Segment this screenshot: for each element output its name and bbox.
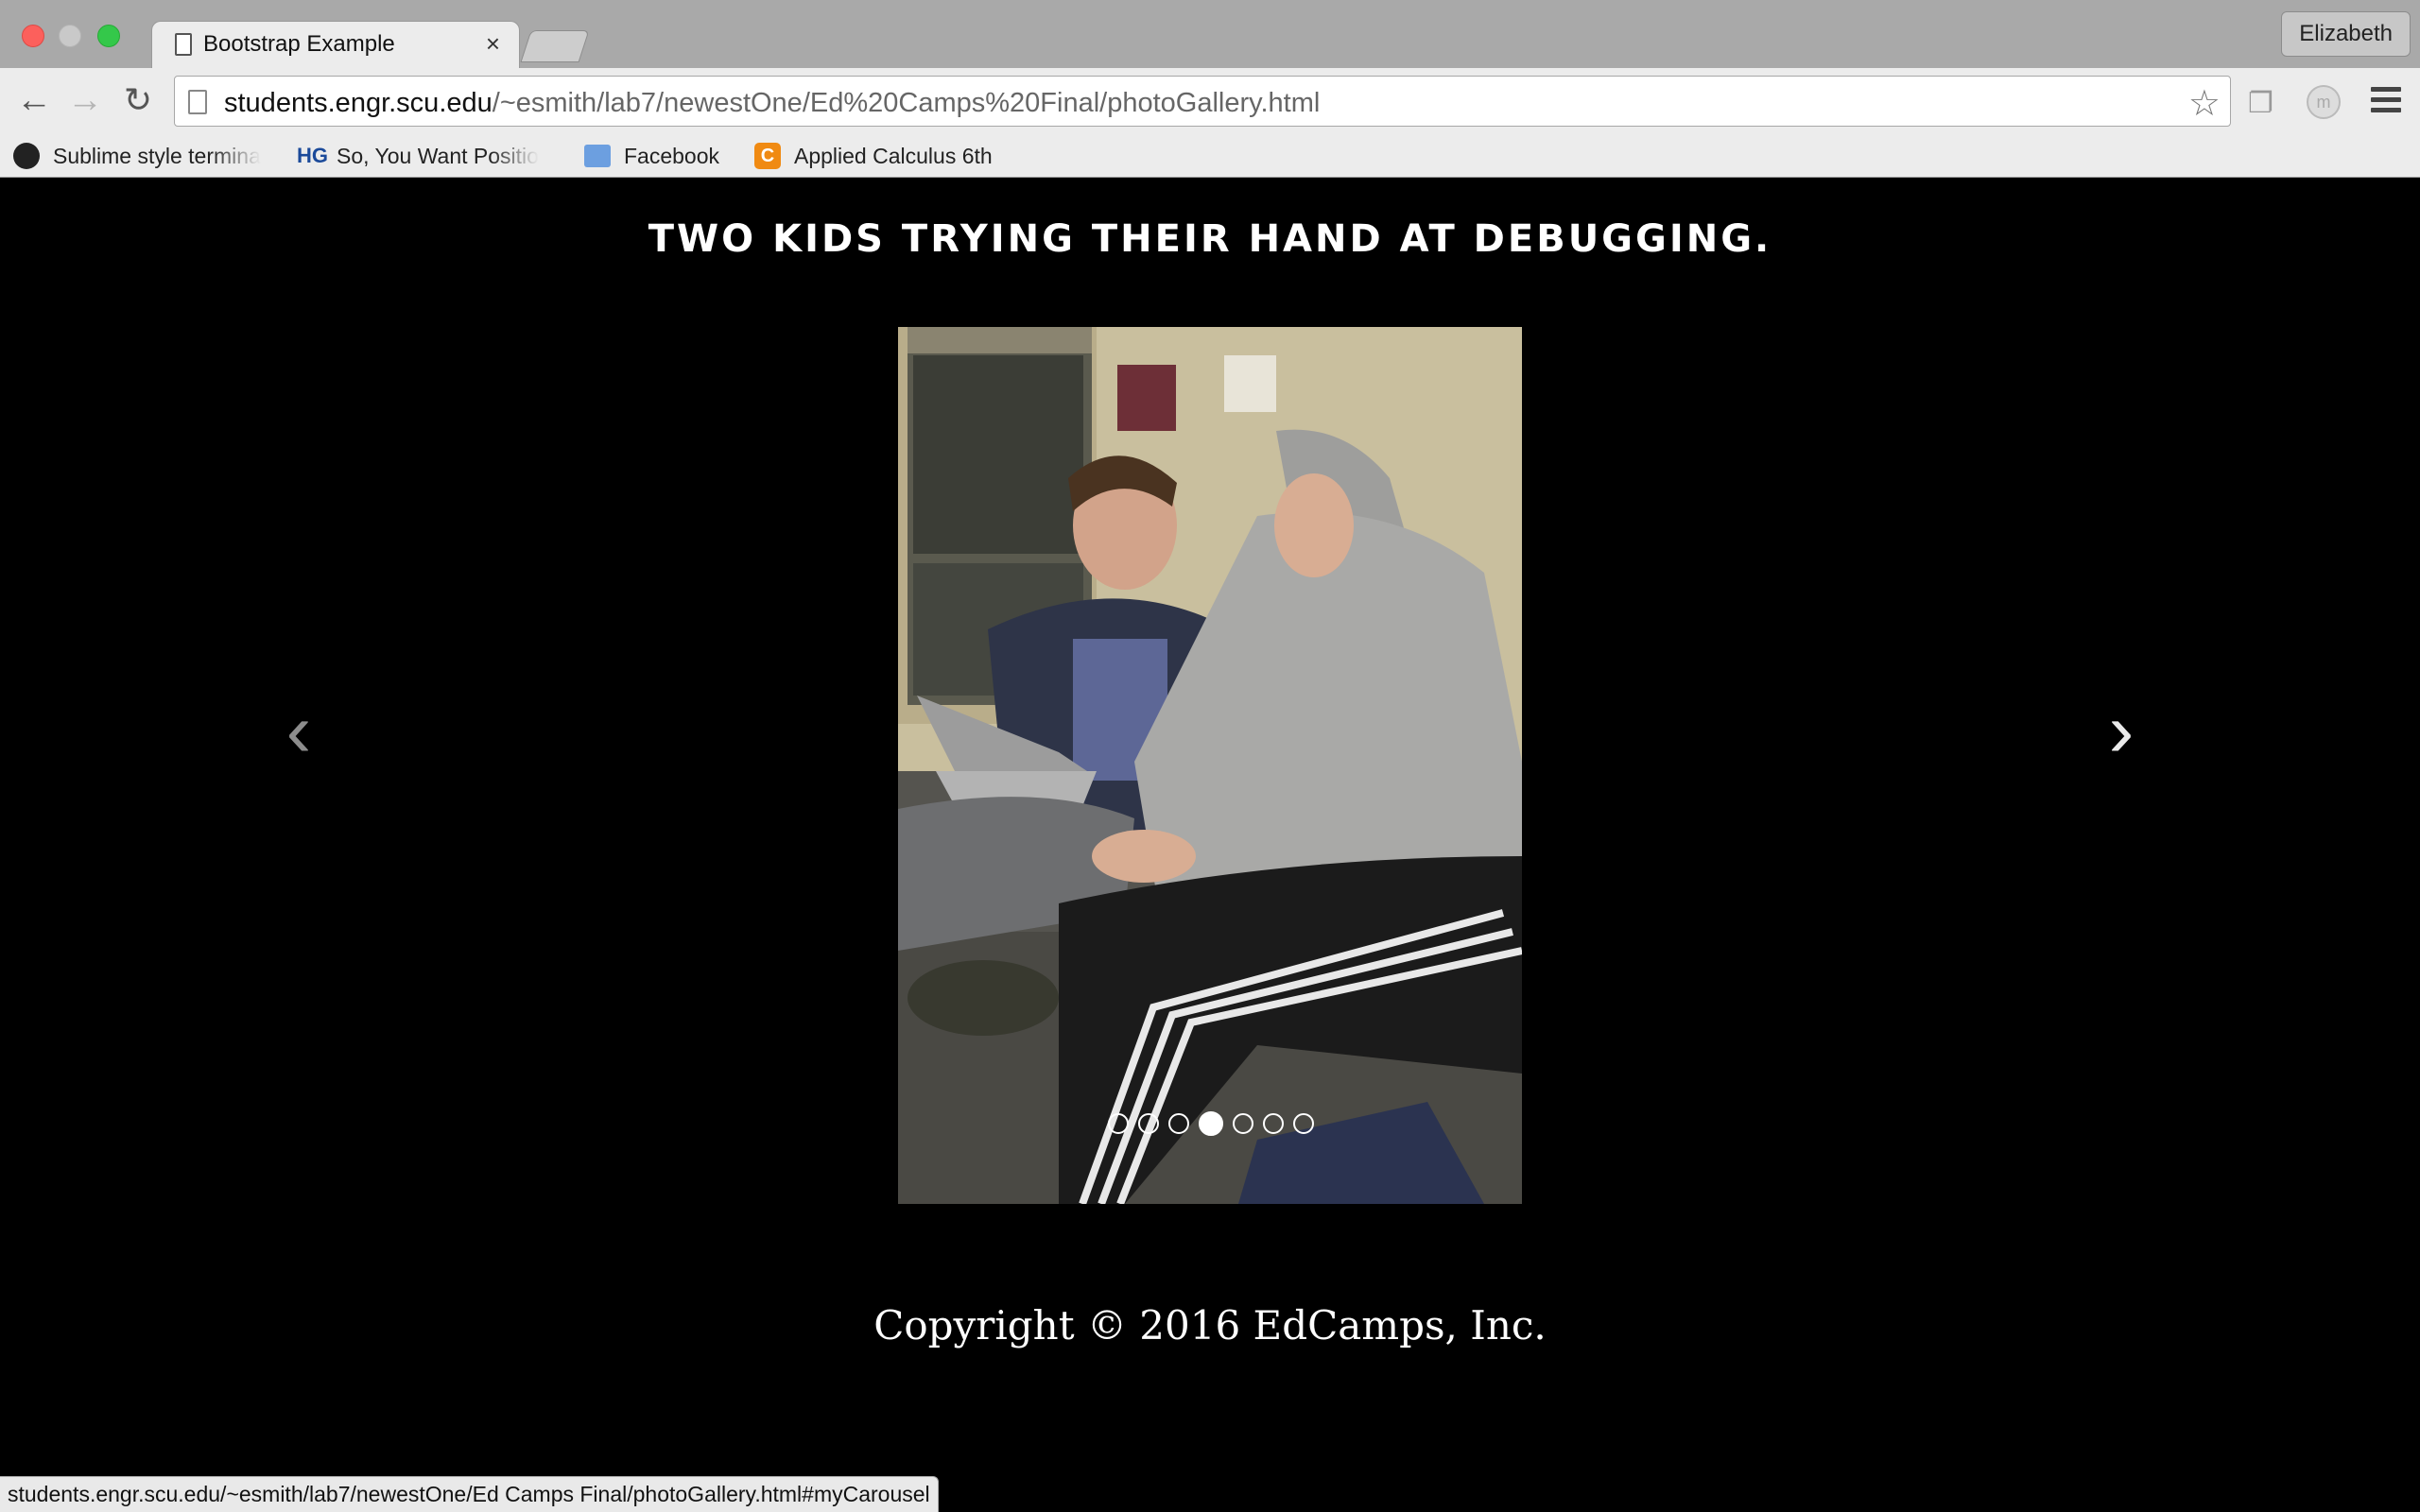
bookmark-so-you-want[interactable]: HG So, You Want Positio xyxy=(297,140,539,172)
slide-caption: TWO KIDS TRYING THEIR HAND AT DEBUGGING. xyxy=(648,217,1772,261)
carousel-indicator-2[interactable] xyxy=(1138,1113,1159,1134)
page-icon xyxy=(175,33,192,56)
close-window-button[interactable] xyxy=(22,25,44,47)
bookmark-facebook[interactable]: Facebook xyxy=(584,140,719,172)
new-tab-button[interactable] xyxy=(520,30,590,62)
reload-button[interactable]: ↻ xyxy=(117,81,159,121)
bookmark-label: Applied Calculus 6th xyxy=(794,143,993,168)
carousel-indicator-7[interactable] xyxy=(1293,1113,1314,1134)
url-path: /~esmith/lab7/newestOne/Ed%20Camps%20Fin… xyxy=(492,88,1321,118)
bookmark-sublime[interactable]: Sublime style termina xyxy=(13,140,261,172)
address-bar[interactable]: students.engr.scu.edu/~esmith/lab7/newes… xyxy=(174,76,2231,127)
extension-m-icon[interactable]: m xyxy=(2307,85,2341,119)
profile-button[interactable]: Elizabeth xyxy=(2281,11,2411,57)
carousel-indicator-4[interactable] xyxy=(1199,1111,1223,1136)
browser-menu-icon[interactable] xyxy=(2371,87,2401,118)
carousel-indicator-1[interactable] xyxy=(1108,1113,1129,1134)
carousel-indicator-5[interactable] xyxy=(1233,1113,1253,1134)
extension-icon[interactable]: ❐ xyxy=(2248,87,2273,120)
url-host: students.engr.scu.edu xyxy=(224,88,493,118)
toolbar: ← → ↻ students.engr.scu.edu/~esmith/lab7… xyxy=(0,68,2420,134)
tab-close-icon[interactable]: × xyxy=(486,29,500,59)
tab-title: Bootstrap Example xyxy=(203,31,395,57)
forward-button[interactable]: → xyxy=(64,81,106,121)
minimize-window-button[interactable] xyxy=(59,25,81,47)
zoom-window-button[interactable] xyxy=(97,25,120,47)
bookmarks-bar: Sublime style termina HG So, You Want Po… xyxy=(0,134,2420,178)
status-bar-url: students.engr.scu.edu/~esmith/lab7/newes… xyxy=(0,1476,939,1512)
c-icon: C xyxy=(754,143,781,169)
photo-illustration xyxy=(898,327,1522,1204)
bookmark-label: Facebook xyxy=(624,143,720,168)
footer-copyright: Copyright © 2016 EdCamps, Inc. xyxy=(873,1302,1547,1349)
page-info-icon[interactable] xyxy=(188,90,207,114)
github-icon xyxy=(13,143,40,169)
bookmark-label: Sublime style termina xyxy=(53,143,261,168)
bookmark-label: So, You Want Positio xyxy=(337,143,539,168)
carousel-indicator-3[interactable] xyxy=(1168,1113,1189,1134)
carousel-next-chevron-icon[interactable]: › xyxy=(2083,688,2159,773)
carousel-slide-photo xyxy=(898,327,1522,1204)
bookmark-applied-calculus[interactable]: C Applied Calculus 6th xyxy=(754,140,993,172)
browser-chrome: Bootstrap Example × Elizabeth ← → ↻ stud… xyxy=(0,0,2420,178)
folder-icon xyxy=(584,145,611,167)
hg-icon: HG xyxy=(297,144,328,167)
url-text[interactable]: students.engr.scu.edu/~esmith/lab7/newes… xyxy=(224,88,1320,119)
carousel-indicator-6[interactable] xyxy=(1263,1113,1284,1134)
carousel-indicators xyxy=(1108,1111,1314,1136)
bookmark-star-icon[interactable]: ☆ xyxy=(2188,82,2221,125)
back-button[interactable]: ← xyxy=(13,81,55,121)
page-content: TWO KIDS TRYING THEIR HAND AT DEBUGGING. xyxy=(0,178,2420,1512)
tab-bootstrap-example[interactable]: Bootstrap Example × xyxy=(151,21,520,68)
carousel-prev-chevron-icon[interactable]: ‹ xyxy=(261,688,337,773)
tab-strip: Bootstrap Example × Elizabeth xyxy=(0,0,2420,68)
